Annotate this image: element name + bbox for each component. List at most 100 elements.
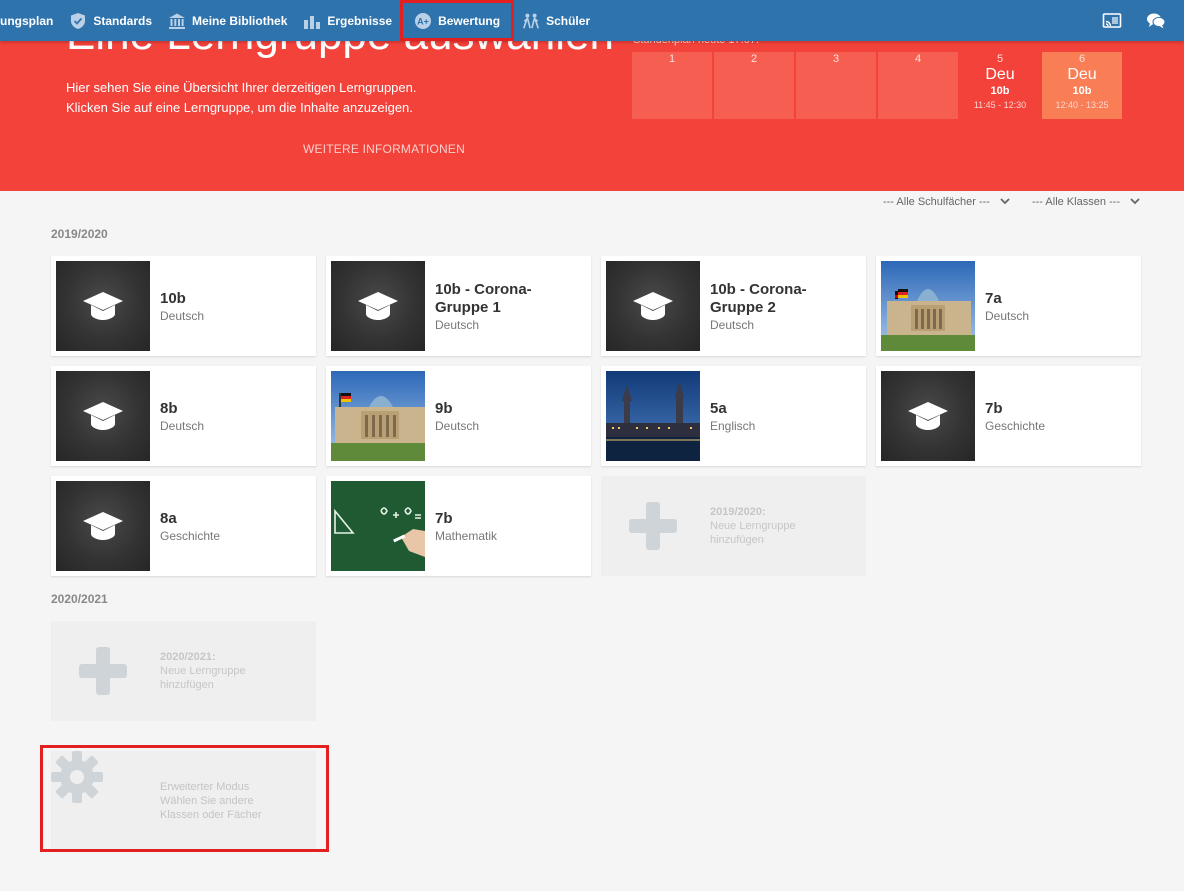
nav-item-lehrplan[interactable]: ungsplan (0, 0, 61, 41)
nav-item-bewertung[interactable]: A+ Bewertung (400, 0, 515, 41)
group-subject: Geschichte (160, 528, 221, 543)
group-card-10b-corona-1[interactable]: 10b - Corona-Gruppe 1 Deutsch (326, 256, 591, 356)
schedule-slot-1[interactable]: 1 (632, 52, 712, 119)
subject-filter-value: --- Alle Schulfächer --- (882, 196, 990, 208)
hero-line-2: Klicken Sie auf eine Lerngruppe, um die … (66, 100, 413, 115)
nav-label: Schüler (546, 13, 591, 28)
add-group-2020-button[interactable]: 2020/2021: Neue Lerngruppe hinzufügen (51, 621, 316, 721)
extended-mode-line-3: Klassen oder Fächer (160, 809, 262, 821)
year-heading-2020: 2020/2021 (51, 592, 108, 606)
group-title: 7b (985, 399, 1003, 417)
extended-mode-button[interactable]: Erweiterter Modus Wählen Sie andere Klas… (51, 751, 316, 851)
slot-number: 2 (750, 53, 758, 65)
group-title: 7a (985, 289, 1002, 307)
reichstag-photo (881, 261, 975, 351)
schedule-slot-4[interactable]: 4 (878, 52, 958, 119)
slot-class: 10b (990, 85, 1010, 97)
slot-number: 6 (1078, 53, 1086, 65)
chalkboard-math-photo (331, 481, 425, 571)
graduation-cap-icon (56, 481, 150, 571)
extended-mode-line-2: Wählen Sie andere (160, 795, 254, 807)
group-subject: Deutsch (160, 418, 205, 433)
add-label-line-1: 2019/2020: (710, 506, 766, 518)
group-title: 10b (160, 289, 186, 307)
group-card-5a[interactable]: 5a Englisch (601, 366, 866, 466)
add-label-line-3: hinzufügen (160, 679, 214, 691)
nav-item-standards[interactable]: Standards (61, 0, 160, 41)
svg-text:A+: A+ (417, 16, 429, 26)
nav-item-bibliothek[interactable]: Meine Bibliothek (160, 0, 295, 41)
nav-label: Standards (93, 13, 153, 28)
group-card-10b-corona-2[interactable]: 10b - Corona-Gruppe 2 Deutsch (601, 256, 866, 356)
top-navigation: ungsplan Standards Meine Bibliothek Erge… (0, 0, 1184, 41)
slot-time: 12:40 - 13:25 (1055, 100, 1109, 110)
nav-label: Meine Bibliothek (192, 13, 288, 28)
group-subject: Deutsch (435, 317, 480, 332)
slot-number: 5 (996, 53, 1004, 65)
group-subject: Deutsch (710, 317, 755, 332)
schedule-slot-2[interactable]: 2 (714, 52, 794, 119)
class-filter-select[interactable]: --- Alle Klassen --- (1032, 196, 1140, 208)
group-title: 8b (160, 399, 178, 417)
slot-number: 4 (914, 53, 922, 65)
slot-number: 3 (832, 53, 840, 65)
shield-check-icon (69, 12, 87, 30)
cast-icon[interactable] (1102, 12, 1122, 30)
group-card-9b[interactable]: 9b Deutsch (326, 366, 591, 466)
slot-class: 10b (1072, 85, 1092, 97)
nav-label: ungsplan (0, 13, 54, 28)
group-card-7a[interactable]: 7a Deutsch (876, 256, 1141, 356)
year-heading-2019: 2019/2020 (51, 227, 108, 241)
graduation-cap-icon (331, 261, 425, 351)
group-card-8a[interactable]: 8a Geschichte (51, 476, 316, 576)
group-subject: Mathematik (435, 528, 498, 543)
extended-mode-line-1: Erweiterter Modus (160, 781, 250, 793)
gear-icon (51, 751, 105, 809)
group-card-10b[interactable]: 10b Deutsch (51, 256, 316, 356)
graduation-cap-icon (881, 371, 975, 461)
group-subject: Deutsch (160, 308, 205, 323)
slot-number: 1 (668, 53, 676, 65)
schedule-strip: 1 2 3 4 5 Deu 10b 11:45 - 12:30 6 Deu 10… (632, 52, 1122, 119)
add-label-line-2: Neue Lerngruppe (710, 520, 796, 532)
group-card-7b-geschichte[interactable]: 7b Geschichte (876, 366, 1141, 466)
bank-icon (168, 12, 186, 30)
plus-icon (627, 500, 679, 552)
slot-time: 11:45 - 12:30 (973, 100, 1027, 110)
graduation-cap-icon (606, 261, 700, 351)
chevron-down-icon (1000, 196, 1010, 208)
group-subject: Englisch (710, 418, 756, 433)
group-title: 10b - Corona-Gruppe 1 (435, 280, 532, 316)
schedule-slot-3[interactable]: 3 (796, 52, 876, 119)
add-group-2019-button[interactable]: 2019/2020: Neue Lerngruppe hinzufügen (601, 476, 866, 576)
group-title: 9b (435, 399, 453, 417)
more-info-link[interactable]: WEITERE INFORMATIONEN (303, 142, 465, 156)
filter-bar: --- Alle Schulfächer --- --- Alle Klasse… (883, 196, 1140, 208)
group-title: 5a (710, 399, 727, 417)
add-label-line-1: 2020/2021: (160, 651, 216, 663)
nav-item-ergebnisse[interactable]: Ergebnisse (295, 0, 400, 41)
london-photo (606, 371, 700, 461)
group-card-8b[interactable]: 8b Deutsch (51, 366, 316, 466)
bar-chart-icon (303, 12, 321, 30)
group-subject: Deutsch (435, 418, 480, 433)
schedule-slot-6[interactable]: 6 Deu 10b 12:40 - 13:25 (1042, 52, 1122, 119)
graduation-cap-icon (56, 261, 150, 351)
group-subject: Deutsch (985, 308, 1030, 323)
slot-subject: Deu (985, 66, 1015, 83)
subject-filter-select[interactable]: --- Alle Schulfächer --- (883, 196, 1010, 208)
schedule-slot-5[interactable]: 5 Deu 10b 11:45 - 12:30 (960, 52, 1040, 119)
add-label-line-2: Neue Lerngruppe (160, 665, 246, 677)
group-card-7b-mathematik[interactable]: 7b Mathematik (326, 476, 591, 576)
hero-line-1: Hier sehen Sie eine Übersicht Ihrer derz… (66, 80, 417, 95)
slot-subject: Deu (1067, 66, 1097, 83)
rating-icon: A+ (414, 12, 432, 30)
group-title: 7b (435, 509, 453, 527)
hero-description: Hier sehen Sie eine Übersicht Ihrer derz… (66, 78, 416, 118)
nav-item-schueler[interactable]: Schüler (514, 0, 598, 41)
nav-label: Bewertung (438, 13, 501, 28)
group-title: 10b - Corona-Gruppe 2 (710, 280, 807, 316)
chat-icon[interactable] (1146, 12, 1166, 30)
plus-icon (77, 645, 129, 697)
add-label-line-3: hinzufügen (710, 534, 764, 546)
